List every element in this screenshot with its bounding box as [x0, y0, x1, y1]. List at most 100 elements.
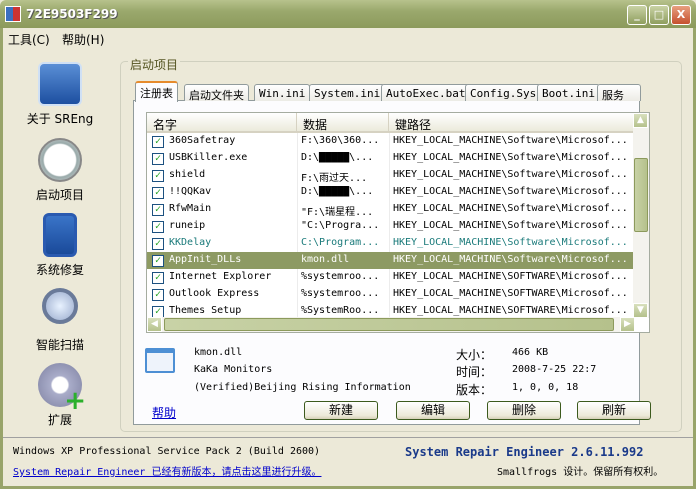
column-header-path[interactable]: 键路径: [389, 113, 635, 133]
row-data: C:\Program...: [301, 237, 380, 248]
table-row[interactable]: ✓ runeip "C:\Progra... HKEY_LOCAL_MACHIN…: [147, 218, 635, 235]
row-path: HKEY_LOCAL_MACHINE\Software\Microsof...: [393, 203, 628, 214]
row-data: D:\█████\...: [301, 152, 374, 163]
scroll-down-button[interactable]: ▼: [633, 303, 648, 318]
row-data: %systemroo...: [301, 271, 380, 282]
scroll-right-button[interactable]: ▶: [620, 317, 635, 332]
tab-system-ini[interactable]: System.ini: [309, 84, 386, 101]
update-link[interactable]: System Repair Engineer 已经有新版本，请点击这里进行升级。: [13, 463, 321, 478]
delete-button[interactable]: 删除: [487, 401, 561, 420]
horizontal-scroll-thumb[interactable]: [164, 318, 614, 331]
time-value: 2008-7-25 22:7: [512, 364, 597, 375]
row-name: !!QQKav: [169, 186, 212, 197]
row-name: USBKiller.exe: [169, 152, 248, 163]
row-name: AppInit_DLLs: [169, 254, 242, 265]
table-row[interactable]: ✓ !!QQKav D:\█████\... HKEY_LOCAL_MACHIN…: [147, 184, 635, 201]
detail-company: (Verified)Beijing Rising Information: [194, 382, 411, 393]
row-path: HKEY_LOCAL_MACHINE\Software\Microsof...: [393, 220, 628, 231]
vertical-scroll-thumb[interactable]: [634, 158, 648, 232]
horizontal-scrollbar[interactable]: ◀ ▶: [147, 317, 635, 332]
table-row[interactable]: ✓ Outlook Express %systemroo... HKEY_LOC…: [147, 286, 635, 303]
row-path: HKEY_LOCAL_MACHINE\Software\Microsof...: [393, 135, 628, 146]
row-checkbox[interactable]: ✓: [152, 221, 164, 233]
tab-services[interactable]: 服务: [597, 84, 641, 102]
tab-boot-ini[interactable]: Boot.ini: [537, 84, 600, 101]
row-data: F:\360\360...: [301, 135, 380, 146]
table-row[interactable]: ✓ USBKiller.exe D:\█████\... HKEY_LOCAL_…: [147, 150, 635, 167]
title-bar: 72E9503F299 _ □ X: [0, 0, 696, 28]
row-name: KKDelay: [169, 237, 212, 248]
window-title: 72E9503F299: [26, 7, 118, 21]
row-data: %systemroo...: [301, 288, 380, 299]
menu-bar: 工具(C) 帮助(H): [0, 28, 696, 48]
size-value: 466 KB: [512, 347, 549, 358]
vertical-scrollbar[interactable]: ▲ ▼: [633, 113, 649, 318]
time-label: 时间：: [456, 365, 493, 379]
row-checkbox[interactable]: ✓: [152, 238, 164, 250]
edit-button[interactable]: 编辑: [396, 401, 470, 420]
tools-icon: [38, 62, 82, 106]
row-path: HKEY_LOCAL_MACHINE\Software\Microsof...: [393, 254, 628, 265]
version-label: 版本：: [456, 383, 493, 397]
detail-file: kmon.dll: [194, 347, 243, 358]
row-checkbox[interactable]: ✓: [152, 289, 164, 301]
tab-registry[interactable]: 注册表: [135, 81, 178, 102]
app-icon: [5, 6, 21, 22]
row-checkbox[interactable]: ✓: [152, 187, 164, 199]
row-name: Outlook Express: [169, 288, 260, 299]
row-checkbox[interactable]: ✓: [152, 272, 164, 284]
table-row[interactable]: ✓ AppInit_DLLs kmon.dll HKEY_LOCAL_MACHI…: [147, 252, 635, 269]
table-row[interactable]: ✓ RfwMain "F:\瑞星程... HKEY_LOCAL_MACHINE\…: [147, 201, 635, 218]
sidebar-item-startup[interactable]: 启动项目: [15, 138, 105, 203]
row-checkbox[interactable]: ✓: [152, 255, 164, 267]
row-path: HKEY_LOCAL_MACHINE\Software\Microsof...: [393, 169, 628, 180]
row-path: HKEY_LOCAL_MACHINE\SOFTWARE\Microsof...: [393, 305, 628, 316]
sidebar-item-extend[interactable]: + 扩展: [15, 363, 105, 428]
row-data: "F:\瑞星程...: [301, 207, 374, 218]
sidebar-item-scan[interactable]: 智能扫描: [15, 288, 105, 353]
row-checkbox[interactable]: ✓: [152, 170, 164, 182]
close-button[interactable]: X: [671, 5, 691, 25]
row-checkbox[interactable]: ✓: [152, 153, 164, 165]
row-data: %SystemRoo...: [301, 305, 380, 316]
clock-icon: [38, 138, 82, 182]
table-row[interactable]: ✓ shield F:\雨过天... HKEY_LOCAL_MACHINE\So…: [147, 167, 635, 184]
menu-tools[interactable]: 工具(C): [8, 31, 50, 48]
row-path: HKEY_LOCAL_MACHINE\Software\Microsof...: [393, 186, 628, 197]
version-value: 1, 0, 0, 18: [512, 382, 579, 393]
scroll-up-button[interactable]: ▲: [633, 113, 648, 128]
row-path: HKEY_LOCAL_MACHINE\SOFTWARE\Microsof...: [393, 271, 628, 282]
help-link[interactable]: 帮助: [152, 404, 176, 421]
tab-startup-folder[interactable]: 启动文件夹: [184, 84, 249, 102]
maximize-button[interactable]: □: [649, 5, 669, 25]
column-header-data[interactable]: 数据: [297, 113, 389, 133]
table-row[interactable]: ✓ Internet Explorer %systemroo... HKEY_L…: [147, 269, 635, 286]
row-data: F:\雨过天...: [301, 173, 368, 184]
os-info: Windows XP Professional Service Pack 2 (…: [13, 446, 321, 457]
tab-autoexec[interactable]: AutoExec.bat: [381, 84, 471, 101]
detail-product: KaKa Monitors: [194, 364, 273, 375]
minimize-button[interactable]: _: [627, 5, 647, 25]
gear-plus-icon: +: [38, 363, 86, 414]
menu-help[interactable]: 帮助(H): [62, 31, 104, 48]
status-bar: Windows XP Professional Service Pack 2 (…: [3, 437, 693, 486]
tab-config-sys[interactable]: Config.Sys: [465, 84, 542, 101]
startup-list[interactable]: 名字 数据 键路径 ✓ 360Safetray F:\360\360... HK…: [146, 112, 650, 333]
sidebar-label: 关于 SREng: [26, 112, 94, 126]
table-row[interactable]: ✓ 360Safetray F:\360\360... HKEY_LOCAL_M…: [147, 133, 635, 150]
sidebar-label: 系统修复: [35, 263, 84, 277]
refresh-button[interactable]: 刷新: [577, 401, 651, 420]
sidebar-item-about[interactable]: 关于 SREng: [15, 62, 105, 127]
tab-win-ini[interactable]: Win.ini: [254, 84, 311, 101]
new-button[interactable]: 新建: [304, 401, 378, 420]
row-name: 360Safetray: [169, 135, 236, 146]
row-name: shield: [169, 169, 206, 180]
scroll-left-button[interactable]: ◀: [147, 317, 162, 332]
table-row[interactable]: ✓ KKDelay C:\Program... HKEY_LOCAL_MACHI…: [147, 235, 635, 252]
row-data: kmon.dll: [301, 254, 350, 265]
sidebar-item-repair[interactable]: 系统修复: [15, 213, 105, 278]
column-header-name[interactable]: 名字: [147, 113, 297, 133]
row-checkbox[interactable]: ✓: [152, 204, 164, 216]
checklist-icon: [43, 213, 77, 257]
row-checkbox[interactable]: ✓: [152, 136, 164, 148]
